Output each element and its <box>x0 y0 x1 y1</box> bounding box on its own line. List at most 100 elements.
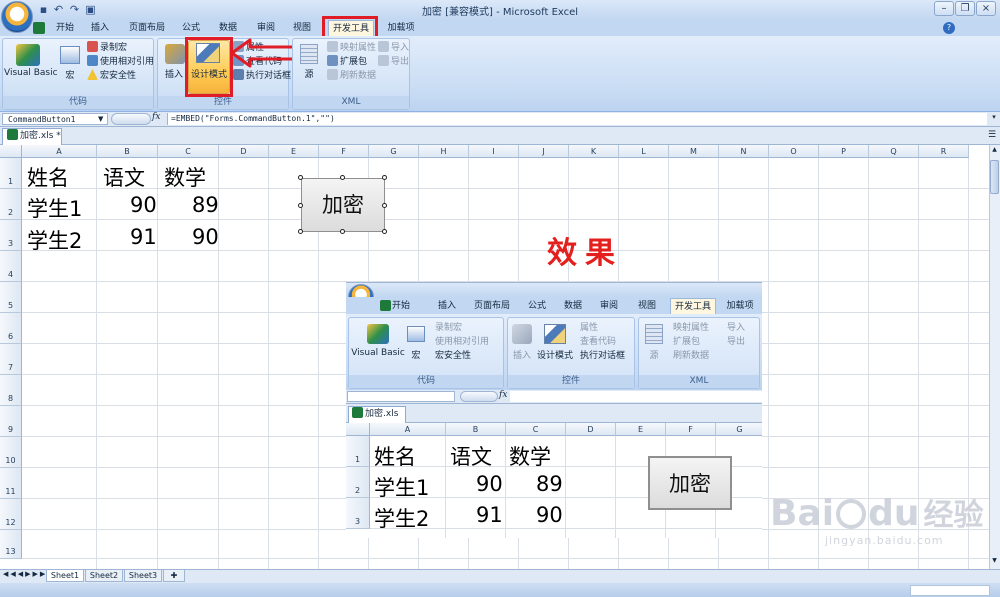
row-header[interactable]: 8 <box>0 375 22 406</box>
resize-handle-tr[interactable] <box>382 175 387 180</box>
tab-home[interactable]: 开始 <box>50 20 80 36</box>
fx-icon[interactable]: fx <box>152 112 160 122</box>
row-header[interactable]: 2 <box>0 189 22 220</box>
expansion-pack-button[interactable]: 扩展包 <box>327 55 367 68</box>
resize-handle-t[interactable] <box>340 175 345 180</box>
run-dialog-button[interactable]: 执行对话框 <box>233 69 291 82</box>
tab-page-layout[interactable]: 页面布局 <box>122 20 172 36</box>
macro-button[interactable]: 宏 <box>60 68 80 81</box>
cell-C1[interactable]: 数学 <box>164 162 206 192</box>
resize-handle-b[interactable] <box>340 229 345 234</box>
row-header[interactable]: 5 <box>0 282 22 313</box>
column-header[interactable]: L <box>619 145 669 158</box>
column-header[interactable]: A <box>22 145 97 158</box>
record-macro-button[interactable]: 录制宏 <box>87 41 127 54</box>
name-box[interactable]: CommandButton1 <box>2 113 108 125</box>
save-icon[interactable]: ▪ <box>37 3 50 16</box>
insert-control-button[interactable]: 插入 <box>162 67 186 80</box>
macro-icon[interactable] <box>60 46 80 64</box>
office-button[interactable] <box>1 1 33 33</box>
cell-B3[interactable]: 91 <box>130 225 157 249</box>
row-header[interactable]: 6 <box>0 313 22 344</box>
row-header[interactable]: 4 <box>0 251 22 282</box>
visual-basic-icon[interactable] <box>16 44 40 66</box>
resize-handle-l[interactable] <box>298 203 303 208</box>
tab-insert[interactable]: 插入 <box>84 20 116 36</box>
cell-A3[interactable]: 学生2 <box>27 225 82 255</box>
column-header[interactable]: D <box>219 145 269 158</box>
encrypt-command-button[interactable]: 加密 <box>301 178 385 232</box>
tab-formulas[interactable]: 公式 <box>175 20 207 36</box>
column-header[interactable]: F <box>319 145 369 158</box>
row-header[interactable]: 3 <box>0 220 22 251</box>
map-properties-button[interactable]: 映射属性 <box>327 41 376 54</box>
redo-icon[interactable]: ↷ <box>68 3 81 16</box>
row-header[interactable]: 11 <box>0 468 22 499</box>
formula-bar-handle[interactable] <box>111 113 151 125</box>
cell-B1[interactable]: 语文 <box>103 162 145 192</box>
column-header[interactable]: J <box>519 145 569 158</box>
column-header[interactable]: I <box>469 145 519 158</box>
vertical-scrollbar[interactable] <box>989 145 1000 569</box>
cell-A2[interactable]: 学生1 <box>27 193 82 223</box>
column-header[interactable]: P <box>819 145 869 158</box>
name-box-dropdown-icon[interactable]: ▼ <box>98 115 103 123</box>
resize-handle-bl[interactable] <box>298 229 303 234</box>
row-header[interactable]: 12 <box>0 499 22 530</box>
sheet-tab-1[interactable]: Sheet1 <box>46 570 84 582</box>
sheet-nav-icons[interactable]: ◀◀◀▶▶▶ <box>3 570 47 578</box>
row-header[interactable]: 1 <box>0 158 22 189</box>
row-header[interactable]: 7 <box>0 344 22 375</box>
column-header[interactable]: R <box>919 145 969 158</box>
formula-expand-icon[interactable]: ▾ <box>989 113 999 125</box>
tab-review[interactable]: 审阅 <box>250 20 282 36</box>
sheet-tab-3[interactable]: Sheet3 <box>124 570 162 582</box>
column-header[interactable]: C <box>158 145 219 158</box>
cell-B2[interactable]: 90 <box>130 193 157 217</box>
tab-addins[interactable]: 加载项 <box>381 20 421 36</box>
resize-handle-br[interactable] <box>382 229 387 234</box>
resize-handle-r[interactable] <box>382 203 387 208</box>
column-header[interactable]: B <box>97 145 158 158</box>
insert-control-icon[interactable] <box>165 44 185 64</box>
insert-sheet-icon[interactable]: ✚ <box>163 570 185 582</box>
visual-basic-button[interactable]: Visual Basic <box>4 68 58 78</box>
column-header[interactable]: O <box>769 145 819 158</box>
resize-handle-tl[interactable] <box>298 175 303 180</box>
macro-security-button[interactable]: 宏安全性 <box>87 69 136 82</box>
scroll-down-icon[interactable]: ▼ <box>990 557 999 567</box>
scroll-up-icon[interactable]: ▲ <box>990 146 999 156</box>
print-preview-icon[interactable]: ▣ <box>84 3 97 16</box>
undo-icon[interactable]: ↶ <box>52 3 65 16</box>
row-header[interactable]: 9 <box>0 406 22 437</box>
restore-button[interactable]: ❐ <box>955 1 975 16</box>
workbook-tab[interactable]: 加密.xls * <box>2 128 62 145</box>
relative-reference-button[interactable]: 使用相对引用 <box>87 55 154 68</box>
refresh-data-button[interactable]: 刷新数据 <box>327 69 376 82</box>
xml-import-button[interactable]: 导入 <box>378 41 409 54</box>
sheet-tab-2[interactable]: Sheet2 <box>85 570 123 582</box>
column-header[interactable]: Q <box>869 145 919 158</box>
xml-source-button[interactable]: 源 <box>298 67 320 80</box>
tab-data[interactable]: 数据 <box>212 20 244 36</box>
minimize-button[interactable]: – <box>934 1 954 16</box>
workbook-menu-icon[interactable]: ☰ <box>988 130 996 140</box>
column-header[interactable]: G <box>369 145 419 158</box>
column-header[interactable]: K <box>569 145 619 158</box>
cell-C3[interactable]: 90 <box>192 225 219 249</box>
column-header[interactable]: N <box>719 145 769 158</box>
cell-A1[interactable]: 姓名 <box>27 162 69 192</box>
column-header[interactable]: E <box>269 145 319 158</box>
formula-input[interactable]: =EMBED("Forms.CommandButton.1","") <box>167 113 987 125</box>
help-icon[interactable]: ? <box>943 22 955 34</box>
column-header[interactable]: M <box>669 145 719 158</box>
column-header[interactable]: H <box>419 145 469 158</box>
xml-source-icon[interactable] <box>300 44 318 64</box>
select-all-corner[interactable] <box>0 145 22 158</box>
cell-C2[interactable]: 89 <box>192 193 219 217</box>
scroll-thumb[interactable] <box>990 160 999 194</box>
row-header[interactable]: 10 <box>0 437 22 468</box>
close-button[interactable]: × <box>976 1 996 16</box>
row-header[interactable]: 13 <box>0 530 22 559</box>
tab-view[interactable]: 视图 <box>286 20 318 36</box>
